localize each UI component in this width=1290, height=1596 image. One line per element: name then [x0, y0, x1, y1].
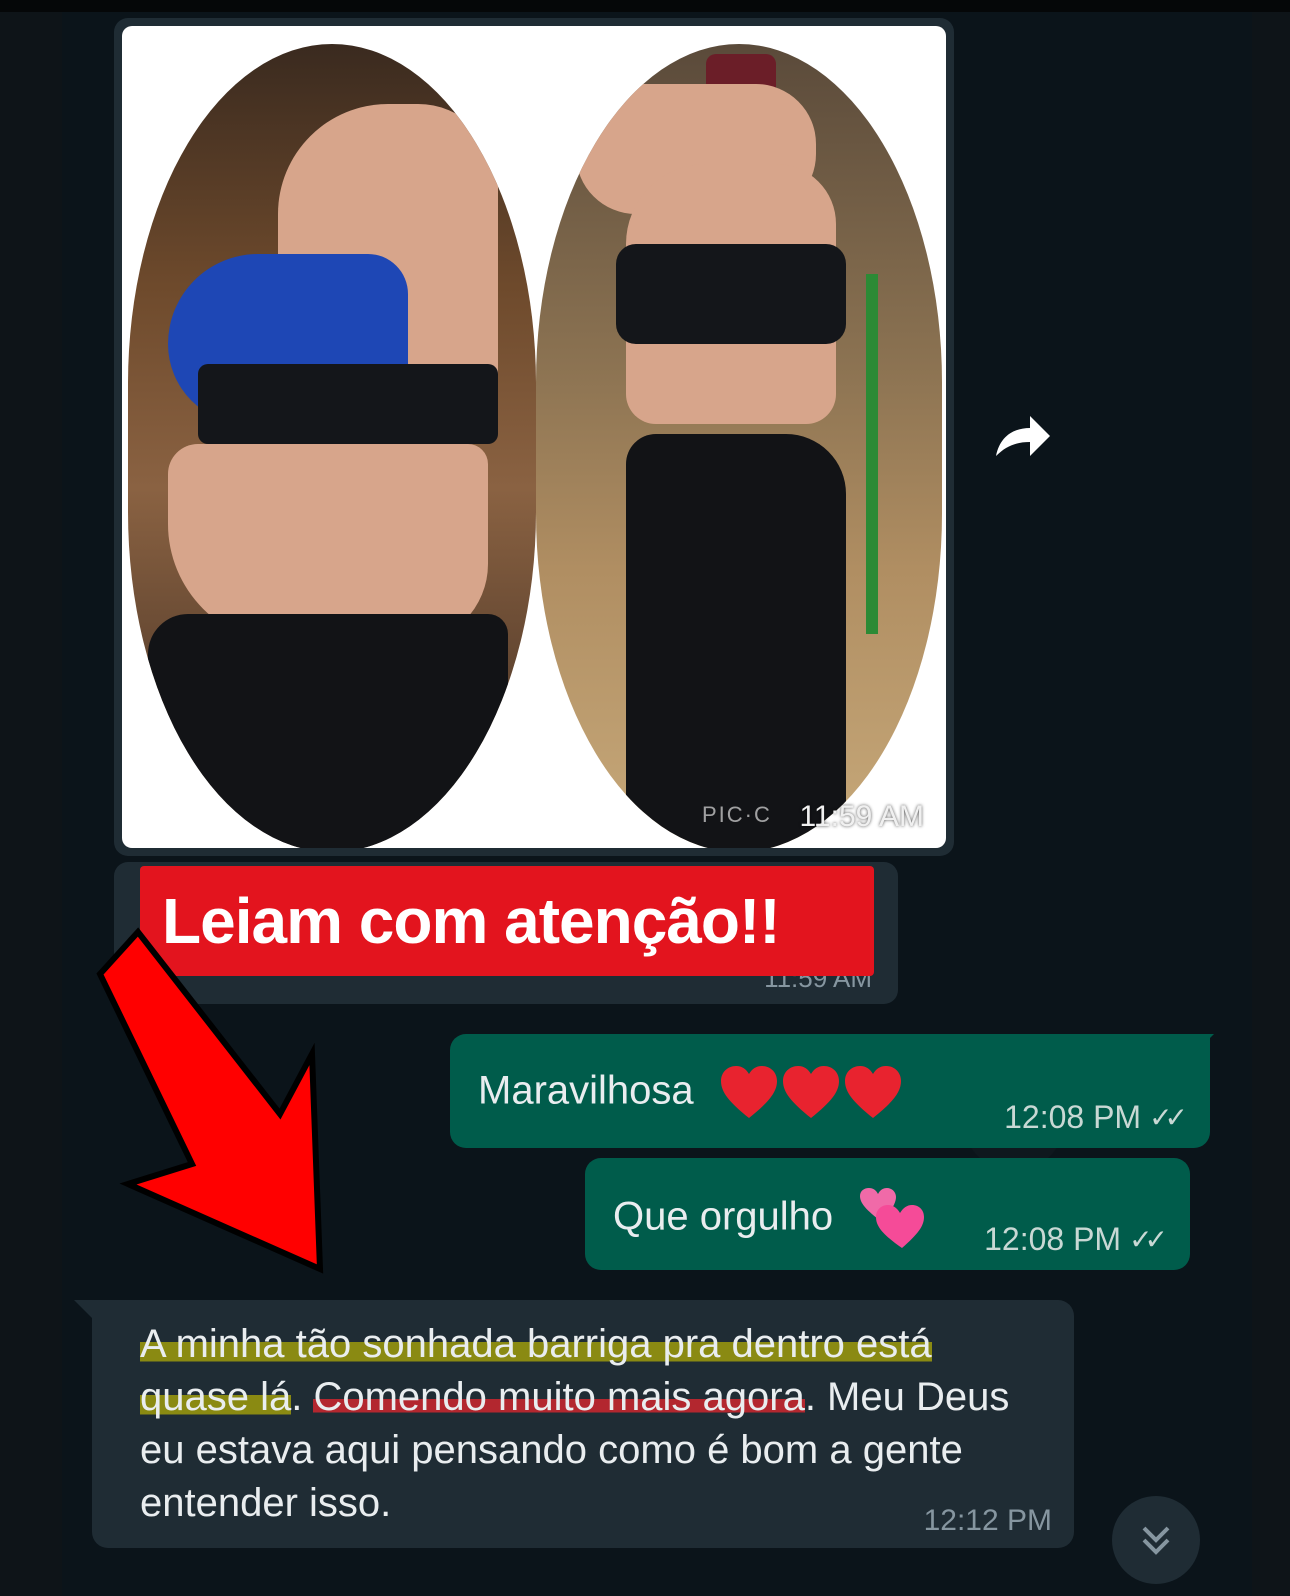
message-time: 12:08 PM	[984, 1221, 1122, 1257]
red-arrow-icon	[96, 927, 324, 1274]
before-photo	[128, 44, 536, 848]
highlighted-text-red: Comendo muito mais agora	[313, 1375, 805, 1419]
watermark-text: PIC·C	[702, 802, 772, 827]
message-body: Maravilhosa	[478, 1068, 694, 1113]
left-margin	[0, 12, 62, 1596]
image-message[interactable]: PIC·C 11:59 AM	[114, 18, 954, 856]
right-margin	[1252, 12, 1290, 1596]
message-meta: 12:08 PM ✓✓	[1004, 1099, 1188, 1136]
double-chevron-down-icon	[1142, 1526, 1170, 1555]
outgoing-message-1[interactable]: Maravilhosa 12:08 PM ✓✓	[450, 1034, 1210, 1148]
scroll-down-button[interactable]	[1112, 1496, 1200, 1584]
double-check-icon: ✓✓	[1149, 1102, 1188, 1133]
message-meta: 12:08 PM ✓✓	[984, 1221, 1168, 1258]
forward-arrow-icon[interactable]	[990, 410, 1054, 462]
message-body: Que orgulho	[613, 1194, 834, 1239]
image-timestamp: 11:59 AM	[799, 800, 924, 833]
after-photo	[536, 44, 942, 848]
top-edge	[0, 0, 1290, 12]
before-after-photo[interactable]: PIC·C 11:59 AM	[122, 26, 946, 848]
message-text: Maravilhosa	[478, 1064, 903, 1122]
message-text: Que orgulho	[613, 1188, 925, 1250]
message-time: 12:08 PM	[1004, 1099, 1142, 1135]
outgoing-message-2[interactable]: Que orgulho 12:08 PM ✓✓	[585, 1158, 1190, 1270]
double-check-icon: ✓✓	[1129, 1224, 1168, 1255]
heart-emoji-icon	[719, 1064, 903, 1122]
two-hearts-emoji-icon	[858, 1188, 925, 1250]
message-time: 12:12 PM	[923, 1504, 1052, 1537]
incoming-message[interactable]: A minha tão sonhada barriga pra dentro e…	[92, 1300, 1074, 1548]
message-text: A minha tão sonhada barriga pra dentro e…	[140, 1322, 1010, 1525]
